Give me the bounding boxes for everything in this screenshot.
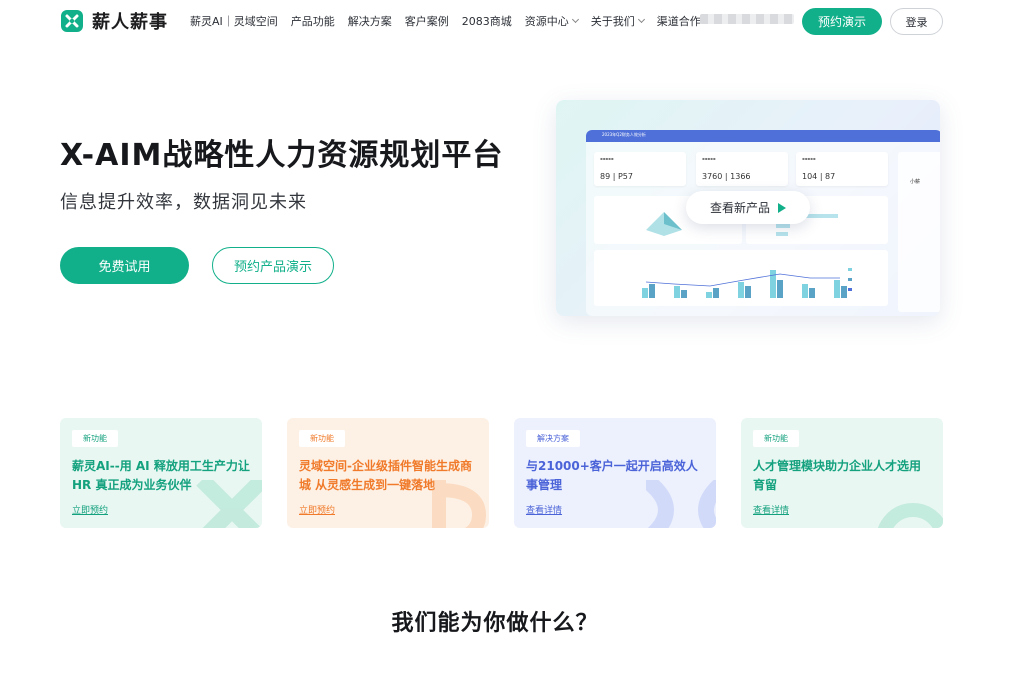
nav-item-ai-space[interactable]: 薪灵AI｜灵域空间	[190, 13, 278, 29]
legend-swatch	[848, 268, 852, 271]
feature-card-solution[interactable]: 解决方案 与21000+客户一起开启高效人事管理 查看详情	[514, 418, 716, 528]
kpi-card: ▪▪▪▪▪ 104 | 87	[796, 152, 888, 186]
decorative-d-icon	[432, 480, 487, 528]
nav-item-cases[interactable]: 客户案例	[405, 13, 449, 29]
card-tag: 解决方案	[526, 430, 580, 447]
feature-card-space[interactable]: 新功能 灵域空间-企业级插件智能生成商城 从灵感生成到一键落地 立即预约	[287, 418, 489, 528]
kpi-card: ▪▪▪▪▪ 3760 | 1366	[696, 152, 788, 186]
card-tag: 新功能	[753, 430, 799, 447]
nav-item-resources[interactable]: 资源中心	[524, 13, 579, 29]
blurred-phone-number	[700, 14, 794, 24]
nav-item-about[interactable]: 关于我们	[590, 13, 645, 29]
dashboard-title: 2023年Q2财务人效分析	[602, 132, 646, 137]
kpi-label: ▪▪▪▪▪	[802, 156, 816, 161]
nav-item-channel[interactable]: 渠道合作	[657, 13, 701, 29]
play-icon	[778, 202, 786, 213]
view-new-product-button[interactable]: 查看新产品	[686, 191, 810, 224]
section-title: 我们能为你做什么？	[391, 611, 599, 636]
decorative-ring-icon	[878, 503, 943, 528]
hbar	[804, 214, 838, 218]
nav-label: 关于我们	[590, 15, 635, 28]
decorative-x-icon	[196, 480, 262, 528]
brand-name: 薪人薪事	[92, 12, 168, 33]
top-nav: 薪人薪事 薪灵AI｜灵域空间 产品功能 解决方案 客户案例 2083商城 资源中…	[0, 0, 1024, 44]
legend-swatch	[848, 278, 852, 281]
nav-item-solutions[interactable]: 解决方案	[348, 13, 392, 29]
kpi-label: ▪▪▪▪▪	[600, 156, 614, 161]
nav-label: 资源中心	[524, 15, 569, 28]
nav-label: 渠道合作	[656, 15, 701, 28]
brand-logo[interactable]: 薪人薪事	[60, 8, 168, 34]
book-product-demo-button[interactable]: 预约产品演示	[212, 247, 334, 284]
nav-item-mall[interactable]: 2083商城	[462, 13, 512, 29]
assistant-name: 小薪	[910, 179, 921, 185]
login-button[interactable]: 登录	[890, 8, 943, 35]
card-tag: 新功能	[72, 430, 118, 447]
kpi-value: 89 | P57	[600, 172, 633, 181]
nav-label: 客户案例	[404, 15, 449, 28]
pyramid-chart	[646, 212, 682, 236]
chevron-down-icon	[637, 15, 645, 24]
feature-card-talent[interactable]: 新功能 人才管理模块助力企业人才选用育留 查看详情	[741, 418, 943, 528]
nav-item-products[interactable]: 产品功能	[291, 13, 335, 29]
hero-subtitle: 信息提升效率，数据洞见未来	[60, 192, 307, 213]
nav-label: 2083商城	[461, 15, 512, 28]
kpi-value: 104 | 87	[802, 172, 836, 181]
card-link-details[interactable]: 查看详情	[526, 503, 562, 516]
logo-icon	[61, 10, 83, 32]
feature-card-ai[interactable]: 新功能 薪灵AI--用 AI 释放用工生产力让 HR 真正成为业务伙伴 立即预约	[60, 418, 262, 528]
kpi-card: ▪▪▪▪▪ 89 | P57	[594, 152, 686, 186]
hero-title: X-AIM战略性人力资源规划平台	[60, 138, 504, 173]
hbar	[776, 224, 790, 228]
hbar	[776, 232, 788, 236]
nav-label: 薪灵AI｜灵域空间	[190, 15, 278, 28]
chevron-down-icon	[571, 15, 579, 24]
main-menu: 薪灵AI｜灵域空间 产品功能 解决方案 客户案例 2083商城 资源中心 关于我…	[190, 13, 714, 29]
nav-label: 解决方案	[347, 15, 392, 28]
decorative-x-icon	[646, 480, 716, 528]
bar-chart-panel	[594, 250, 888, 306]
card-tag: 新功能	[299, 430, 345, 447]
card-link-details[interactable]: 查看详情	[753, 503, 789, 516]
kpi-label: ▪▪▪▪▪	[702, 156, 716, 161]
kpi-value: 3760 | 1366	[702, 172, 751, 181]
card-link-book[interactable]: 立即预约	[299, 503, 335, 516]
book-demo-button[interactable]: 预约演示	[802, 8, 882, 35]
view-new-product-label: 查看新产品	[709, 201, 770, 215]
trend-line	[645, 273, 840, 287]
free-trial-button[interactable]: 免费试用	[60, 247, 189, 284]
dashboard-titlebar: 2023年Q2财务人效分析	[586, 130, 940, 142]
nav-label: 产品功能	[290, 15, 335, 28]
legend-swatch	[848, 288, 852, 291]
card-link-book[interactable]: 立即预约	[72, 503, 108, 516]
assistant-panel: 小薪	[898, 152, 940, 312]
